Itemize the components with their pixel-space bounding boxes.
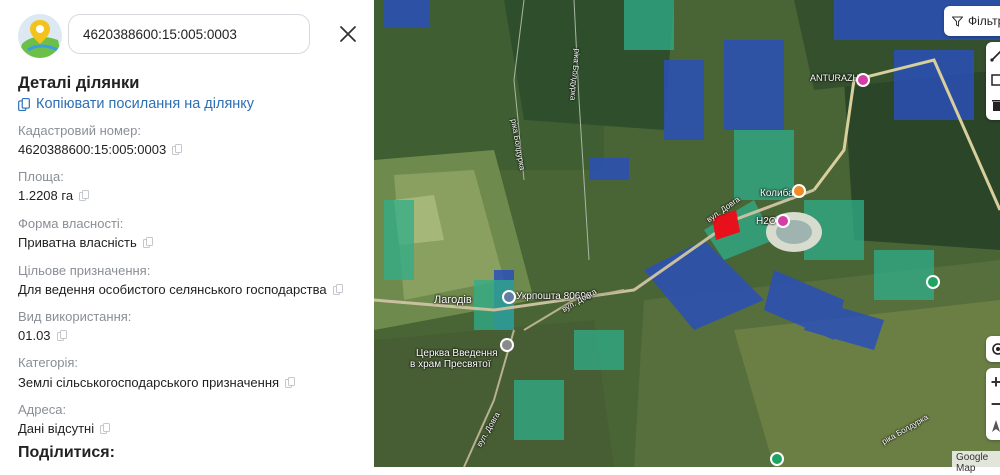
copy-icon[interactable] <box>100 423 111 434</box>
field-value-usage: 01.03 <box>18 328 67 343</box>
compass-icon <box>992 420 1000 432</box>
category-value: Землі сільськогосподарського призначення <box>18 375 280 390</box>
post-office-marker[interactable] <box>502 290 516 304</box>
zoom-out-button[interactable]: − <box>986 392 1000 416</box>
panel-title: Деталі ділянки <box>18 74 140 92</box>
area-value: 1.2208 га <box>18 188 74 203</box>
church-marker[interactable] <box>500 338 514 352</box>
field-value-purpose: Для ведення особистого селянського госпо… <box>18 282 343 297</box>
measure-area-icon[interactable] <box>990 73 1000 87</box>
share-heading: Поділитися: <box>18 444 115 461</box>
map-label-kolyba: Колиба <box>760 188 794 199</box>
anturazh-marker[interactable] <box>856 73 870 87</box>
copy-link-label: Копіювати посилання на ділянку <box>36 96 255 112</box>
trash-icon[interactable] <box>990 98 1000 112</box>
compass-button[interactable] <box>986 414 1000 438</box>
field-value-area: 1.2208 га <box>18 188 90 203</box>
copy-icon[interactable] <box>172 144 183 155</box>
copy-icon[interactable] <box>56 330 67 341</box>
map-label-church-1: Церква Введення <box>416 348 498 359</box>
field-value-address: Дані відсутні <box>18 421 111 436</box>
measure-line-icon[interactable] <box>990 48 1000 62</box>
map-label-church-2: в храм Пресвятої <box>410 359 491 370</box>
address-value: Дані відсутні <box>18 421 95 436</box>
field-label-category: Категорія: <box>18 355 79 370</box>
map-toolbar <box>986 42 1000 120</box>
field-label-cadastral: Кадастровий номер: <box>18 123 141 138</box>
h2o-marker[interactable] <box>776 214 790 228</box>
map-label-village: Лагодів <box>434 294 472 306</box>
map-label-anturazh: ANTURAZH <box>810 73 859 83</box>
copy-link-button[interactable]: Копіювати посилання на ділянку <box>18 96 254 112</box>
map-pin-logo-icon <box>18 14 62 58</box>
map-attribution: Google Map <box>952 451 1000 475</box>
map-imagery[interactable] <box>374 0 1000 467</box>
restaurant-marker[interactable] <box>792 184 806 198</box>
filter-label: Фільтр <box>968 14 1000 28</box>
locate-button[interactable] <box>986 336 1000 362</box>
field-value-cadastral: 4620388600:15:005:0003 <box>18 142 183 157</box>
app-logo <box>18 14 62 58</box>
field-label-purpose: Цільове призначення: <box>18 263 151 278</box>
copy-icon[interactable] <box>332 284 343 295</box>
copy-icon[interactable] <box>79 190 90 201</box>
field-label-usage: Вид використання: <box>18 309 132 324</box>
filter-button[interactable]: Фільтр <box>944 6 1000 36</box>
map-label-h2o: H2O <box>756 216 777 227</box>
copy-icon[interactable] <box>285 377 296 388</box>
field-label-address: Адреса: <box>18 402 67 417</box>
details-panel: Деталі ділянки Копіювати посилання на ді… <box>0 0 374 467</box>
search-input[interactable] <box>68 14 310 54</box>
park-marker[interactable] <box>926 275 940 289</box>
copy-icon[interactable] <box>142 237 153 248</box>
copy-icon <box>18 97 30 111</box>
filter-icon <box>952 16 963 27</box>
field-value-ownership: Приватна власність <box>18 235 153 250</box>
ownership-value: Приватна власність <box>18 235 137 250</box>
usage-value: 01.03 <box>18 328 51 343</box>
close-icon <box>340 26 356 42</box>
field-label-area: Площа: <box>18 169 64 184</box>
field-label-ownership: Форма власності: <box>18 216 124 231</box>
field-value-category: Землі сільськогосподарського призначення <box>18 375 296 390</box>
crosshair-icon <box>992 343 1000 355</box>
zoom-in-button[interactable]: + <box>986 370 1000 394</box>
park-marker-2[interactable] <box>770 452 784 466</box>
zoom-control: + − <box>986 368 1000 440</box>
cadastral-number: 4620388600:15:005:0003 <box>18 142 167 157</box>
purpose-value: Для ведення особистого селянського госпо… <box>18 282 327 297</box>
satellite-map[interactable]: Лагодів Укрпошта 80698 Церква Введення в… <box>374 0 1000 467</box>
close-button[interactable] <box>336 22 360 46</box>
